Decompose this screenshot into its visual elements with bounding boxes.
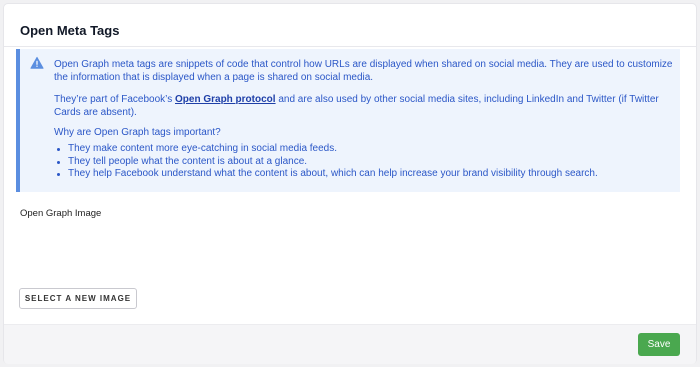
open-graph-image-label: Open Graph Image xyxy=(20,208,102,219)
notice-paragraph-2-before: They’re part of Facebook’s xyxy=(54,94,175,105)
list-item: They help Facebook understand what the c… xyxy=(54,168,598,181)
title-divider xyxy=(4,46,696,47)
open-graph-protocol-link[interactable]: Open Graph protocol xyxy=(175,94,276,105)
list-item: They make content more eye-catching in s… xyxy=(54,143,598,156)
notice-paragraph-2: They’re part of Facebook’s Open Graph pr… xyxy=(54,93,674,119)
panel-title: Open Meta Tags xyxy=(20,23,120,38)
warning-icon xyxy=(30,56,44,69)
info-notice: Open Graph meta tags are snippets of cod… xyxy=(16,49,680,192)
notice-paragraph-1: Open Graph meta tags are snippets of cod… xyxy=(54,59,673,83)
notice-bullet-list: They make content more eye-catching in s… xyxy=(54,143,598,181)
notice-question: Why are Open Graph tags important? xyxy=(54,127,221,138)
panel-footer: Save xyxy=(4,324,696,364)
list-item: They tell people what the content is abo… xyxy=(54,156,598,169)
select-new-image-button[interactable]: SELECT A NEW IMAGE xyxy=(19,288,137,309)
save-button[interactable]: Save xyxy=(638,333,680,356)
open-meta-tags-panel: Open Meta Tags Open Graph meta tags are … xyxy=(4,4,696,364)
